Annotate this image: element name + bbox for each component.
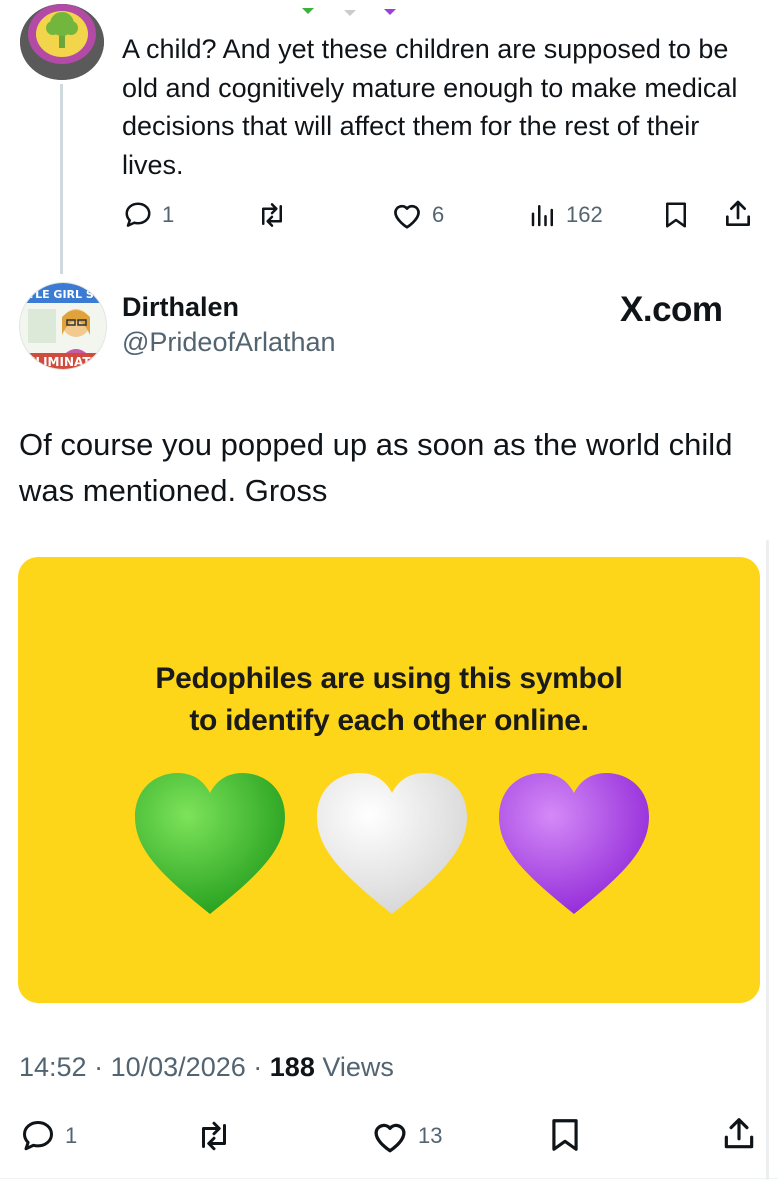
comment-icon — [125, 202, 151, 227]
author-avatar[interactable]: LITTLE GIRL STEV ELIMINATE — [19, 282, 107, 370]
tweet-reply-button[interactable]: 1 — [19, 1118, 77, 1154]
xcom-watermark: X.com — [620, 290, 723, 329]
bookmark-icon — [666, 202, 686, 228]
tweet-text: Of course you popped up as soon as the w… — [19, 427, 733, 508]
tweet-repost-button[interactable] — [194, 1118, 234, 1154]
media-caption-line-2: to identify each other online. — [189, 704, 589, 737]
tweet-time[interactable]: 14:52 — [19, 1052, 87, 1082]
share-icon — [726, 200, 750, 226]
cropped-header-strip — [300, 0, 420, 27]
tweet-meta: 14:52 · 10/03/2026 · 188 Views — [19, 1052, 394, 1083]
meta-separator: · — [94, 1052, 104, 1082]
reply-like-button[interactable]: 6 — [390, 200, 444, 230]
share-icon — [724, 1118, 754, 1149]
repost-icon — [202, 1121, 226, 1151]
reply-tweet-text: A child? And yet these children are supp… — [122, 34, 738, 180]
comment-icon — [23, 1121, 53, 1151]
repost-icon — [262, 203, 282, 227]
white-heart-icon — [317, 773, 467, 914]
bottom-divider — [0, 1178, 778, 1179]
reply-reply-button[interactable]: 1 — [122, 200, 174, 230]
tweet-bookmark-button[interactable] — [548, 1116, 582, 1154]
heart-outline-icon — [394, 204, 420, 229]
purple-heart-icon — [499, 773, 649, 914]
avatar-caption-top: LITTLE GIRL STEV — [20, 288, 106, 301]
thread-connector-line — [60, 84, 63, 274]
author-handle[interactable]: @PrideofArlathan — [122, 327, 336, 358]
tweet-date[interactable]: 10/03/2026 — [111, 1052, 246, 1082]
bookmark-icon — [552, 1119, 578, 1151]
green-heart-icon — [135, 773, 285, 914]
reply-bookmark-button[interactable] — [662, 200, 690, 230]
reply-avatar[interactable] — [20, 4, 104, 80]
tweet-views-label: Views — [322, 1052, 394, 1082]
media-caption-line-1: Pedophiles are using this symbol — [155, 662, 623, 695]
reply-count: 1 — [162, 202, 175, 227]
heart-outline-icon — [374, 1123, 406, 1153]
tweet-views-count: 188 — [269, 1052, 315, 1082]
like-count: 6 — [432, 202, 445, 227]
tweet-media-image[interactable]: Pedophiles are using this symbol to iden… — [18, 557, 760, 1003]
tweet-share-button[interactable] — [720, 1114, 758, 1154]
author-display-name[interactable]: Dirthalen — [122, 292, 239, 323]
scrollbar-track[interactable] — [766, 540, 769, 1180]
meta-separator: · — [253, 1052, 263, 1082]
analytics-icon — [531, 205, 553, 227]
tweet-reply-count: 1 — [65, 1123, 78, 1148]
tweet-like-count: 13 — [418, 1123, 443, 1148]
reply-repost-button[interactable] — [255, 200, 289, 230]
reply-share-button[interactable] — [722, 198, 754, 230]
views-count: 162 — [566, 202, 603, 227]
avatar-caption-bottom: ELIMINATE — [27, 355, 99, 369]
reply-views-button[interactable]: 162 — [528, 200, 603, 230]
tweet-like-button[interactable]: 13 — [370, 1118, 442, 1154]
